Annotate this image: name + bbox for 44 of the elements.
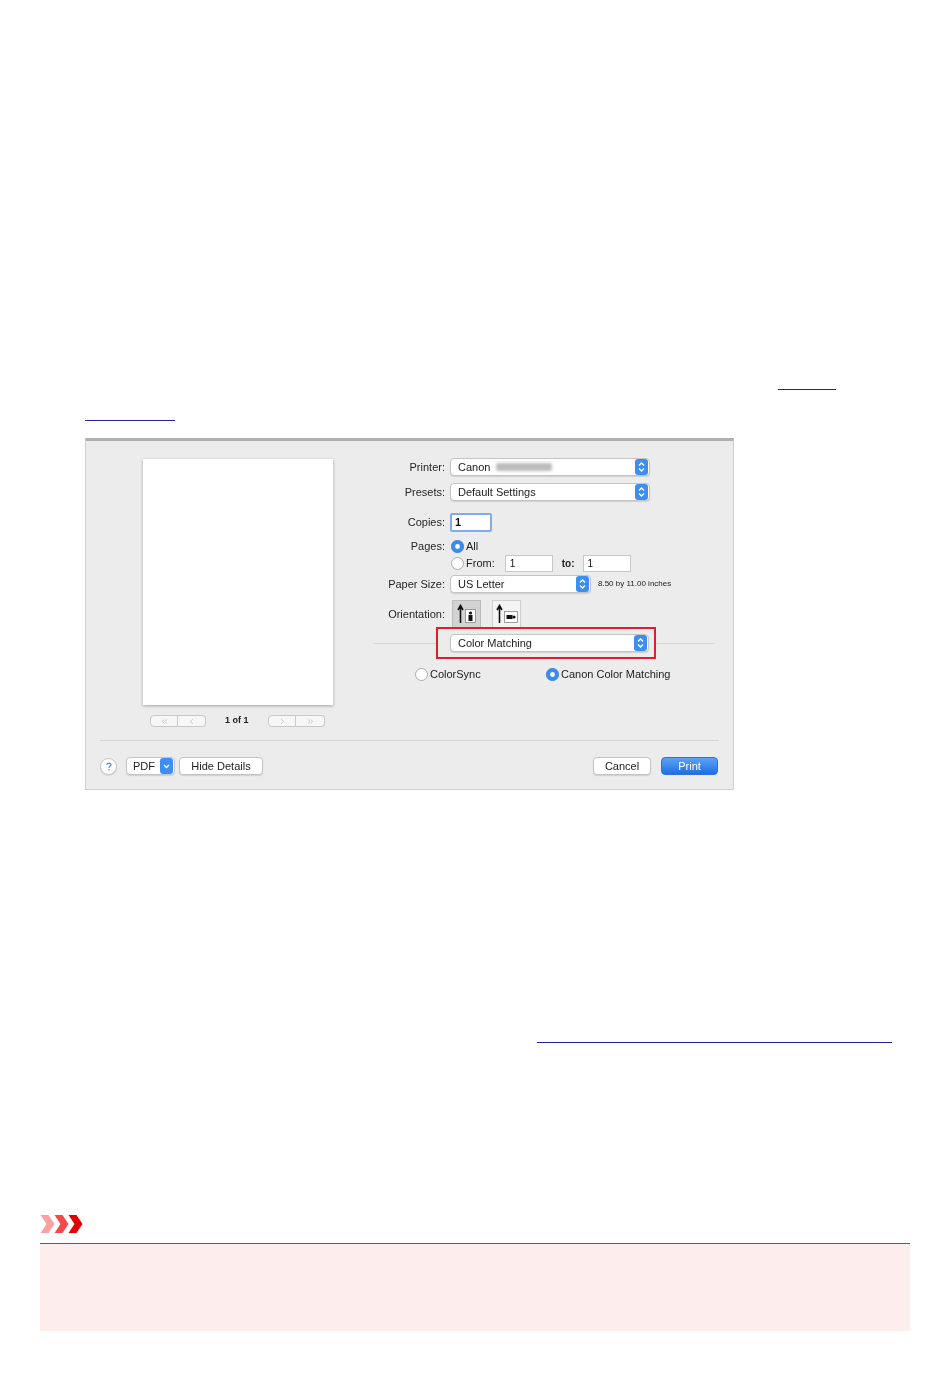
copies-field[interactable]: 1: [450, 512, 492, 532]
next-page-button[interactable]: [268, 715, 296, 727]
hide-details-button[interactable]: Hide Details: [179, 757, 263, 775]
stepper-icon: [634, 635, 647, 651]
radio-option[interactable]: From:: [451, 554, 495, 572]
radio-option[interactable]: ColorSync: [415, 666, 481, 683]
pdf-menu-button[interactable]: PDF: [126, 757, 175, 775]
landscape-page-icon: [495, 604, 518, 624]
print-button[interactable]: Print: [661, 757, 718, 775]
field-label: Orientation:: [387, 606, 445, 622]
double-chevron-right-icon: [305, 716, 315, 726]
dropdown-icon: [160, 758, 173, 774]
field-label: Pages:: [409, 538, 445, 554]
previous-page-button[interactable]: [178, 715, 206, 727]
portrait-page-icon: [456, 604, 477, 624]
last-page-button[interactable]: [296, 715, 325, 727]
field-label: Copies:: [406, 514, 445, 530]
stepper-icon: [635, 484, 648, 500]
field-label: Presets:: [403, 484, 445, 500]
from-page-field[interactable]: 1: [504, 554, 553, 572]
first-page-button[interactable]: [150, 715, 178, 727]
stepper-icon: [635, 459, 648, 475]
field-label: Printer:: [408, 459, 445, 475]
paper-size-note: 8.50 by 11.00 inches: [598, 578, 672, 590]
to-page-field[interactable]: 1: [582, 554, 631, 572]
question-mark-icon: [105, 761, 112, 771]
orientation-button[interactable]: [492, 600, 521, 628]
printer-popup[interactable]: Canon: [450, 458, 650, 476]
help-button[interactable]: [100, 757, 117, 775]
radio-option[interactable]: Canon Color Matching: [546, 666, 671, 683]
presets-popup[interactable]: Default Settings: [450, 483, 650, 501]
cancel-button[interactable]: Cancel: [593, 757, 651, 775]
page-counter: 1 of 1: [225, 714, 249, 728]
field-label: Paper Size:: [387, 576, 445, 592]
orientation-button[interactable]: [452, 600, 481, 628]
double-chevron-left-icon: [159, 716, 169, 726]
radio-option[interactable]: All: [451, 537, 479, 555]
chevron-left-icon: [187, 716, 196, 726]
paper-size-popup[interactable]: US Letter: [450, 575, 591, 593]
stepper-icon: [576, 576, 589, 592]
panel-menu-popup[interactable]: Color Matching: [450, 634, 649, 652]
link-underline: [778, 389, 836, 390]
field-label: to:: [561, 556, 575, 571]
chevrons-icon: [40, 1215, 83, 1233]
